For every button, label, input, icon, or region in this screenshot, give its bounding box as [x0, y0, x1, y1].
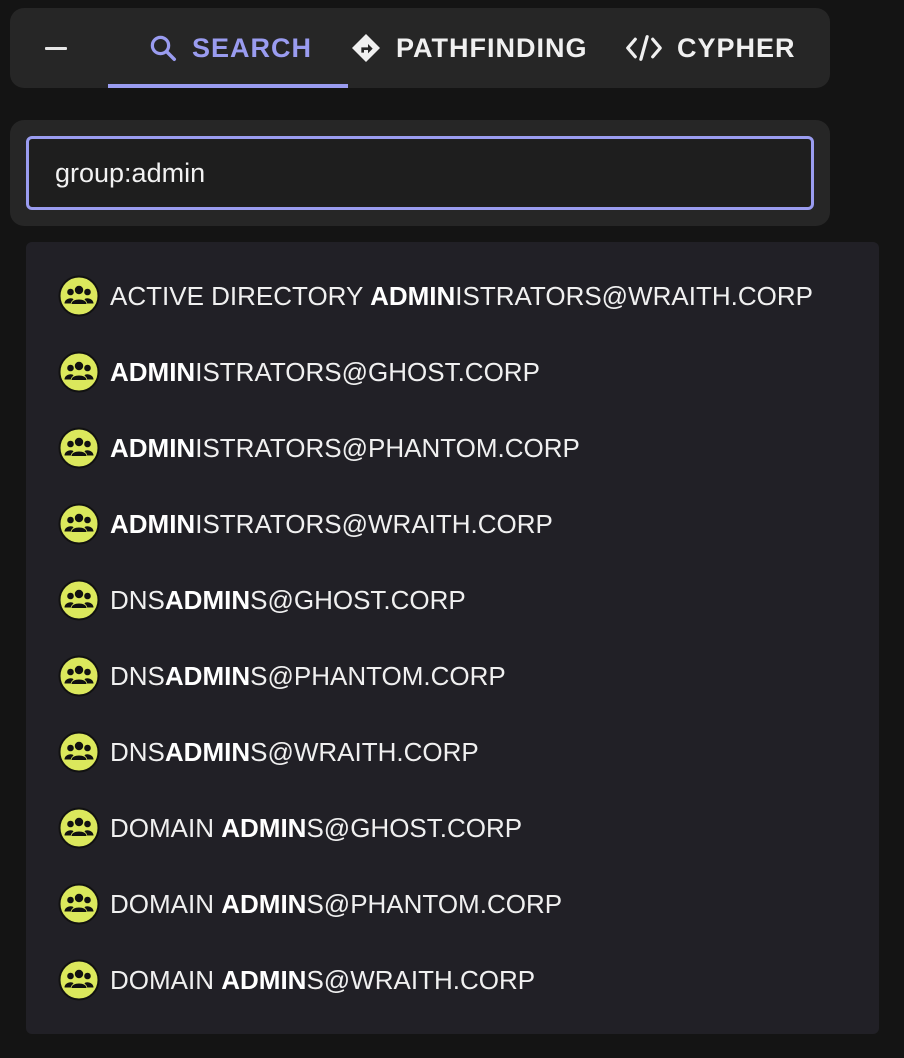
- result-label-match: ADMIN: [110, 356, 196, 387]
- search-result-item[interactable]: DOMAIN ADMINS@GHOST.CORP: [26, 790, 879, 866]
- search-icon: [150, 35, 176, 61]
- group-icon: [58, 655, 100, 697]
- search-result-item[interactable]: DOMAIN ADMINS@PHANTOM.CORP: [26, 866, 879, 942]
- result-label-suffix: S@PHANTOM.CORP: [250, 660, 506, 691]
- result-label-prefix: DNS: [110, 584, 165, 615]
- group-icon: [58, 427, 100, 469]
- result-label-prefix: ACTIVE DIRECTORY: [110, 280, 371, 311]
- result-label-suffix: S@GHOST.CORP: [250, 584, 466, 615]
- result-label-match: ADMIN: [164, 584, 251, 615]
- result-label-prefix: DNS: [110, 660, 165, 691]
- search-result-label: DOMAIN ADMINS@WRAITH.CORP: [110, 965, 535, 996]
- search-result-item[interactable]: ADMINISTRATORS@PHANTOM.CORP: [26, 410, 879, 486]
- search-result-label: DOMAIN ADMINS@GHOST.CORP: [110, 813, 522, 844]
- result-label-suffix: S@GHOST.CORP: [306, 812, 523, 843]
- search-input[interactable]: [26, 136, 814, 210]
- tab-bar: SEARCH PATHFINDING CYPHER: [10, 8, 830, 88]
- search-results-dropdown: ACTIVE DIRECTORY ADMINISTRATORS@WRAITH.C…: [26, 242, 879, 1034]
- search-result-item[interactable]: DNSADMINS@GHOST.CORP: [26, 562, 879, 638]
- result-label-match: ADMIN: [221, 888, 307, 919]
- tab-pathfinding-label: PATHFINDING: [396, 32, 588, 63]
- group-icon: [58, 959, 100, 1001]
- search-result-item[interactable]: ADMINISTRATORS@WRAITH.CORP: [26, 486, 879, 562]
- search-container: SEARCH PATHFINDING CYPHER ACTIVE DIRECTO…: [0, 0, 904, 1058]
- result-label-suffix: ISTRATORS@PHANTOM.CORP: [195, 432, 580, 463]
- result-label-prefix: DOMAIN: [110, 888, 222, 919]
- group-icon: [58, 351, 100, 393]
- result-label-suffix: S@PHANTOM.CORP: [306, 888, 563, 919]
- search-result-label: DNSADMINS@GHOST.CORP: [110, 585, 466, 616]
- search-result-item[interactable]: DNSADMINS@WRAITH.CORP: [26, 714, 879, 790]
- group-icon: [58, 275, 100, 317]
- result-label-prefix: DOMAIN: [110, 964, 222, 995]
- tab-search-label: SEARCH: [192, 32, 313, 63]
- result-label-match: ADMIN: [110, 432, 196, 463]
- code-icon: [626, 35, 662, 61]
- group-icon: [58, 883, 100, 925]
- search-result-label: ADMINISTRATORS@PHANTOM.CORP: [110, 433, 580, 464]
- tab-cypher[interactable]: CYPHER: [625, 8, 796, 88]
- group-icon: [58, 731, 100, 773]
- result-label-match: ADMIN: [370, 280, 456, 311]
- search-panel: [10, 120, 830, 226]
- minus-icon: [45, 46, 67, 50]
- group-icon: [58, 503, 100, 545]
- search-result-item[interactable]: ACTIVE DIRECTORY ADMINISTRATORS@WRAITH.C…: [26, 258, 879, 334]
- search-result-item[interactable]: ADMINISTRATORS@GHOST.CORP: [26, 334, 879, 410]
- result-label-match: ADMIN: [221, 964, 307, 995]
- result-label-match: ADMIN: [221, 812, 307, 843]
- result-label-prefix: DNS: [110, 736, 165, 767]
- search-result-label: ADMINISTRATORS@GHOST.CORP: [110, 357, 540, 388]
- search-result-label: ADMINISTRATORS@WRAITH.CORP: [110, 509, 553, 540]
- result-label-suffix: ISTRATORS@GHOST.CORP: [195, 356, 540, 387]
- search-result-label: ACTIVE DIRECTORY ADMINISTRATORS@WRAITH.C…: [110, 281, 813, 312]
- tab-search[interactable]: SEARCH: [108, 8, 348, 88]
- result-label-match: ADMIN: [164, 736, 251, 767]
- result-label-suffix: S@WRAITH.CORP: [250, 736, 479, 767]
- collapse-button[interactable]: [38, 30, 74, 66]
- search-result-item[interactable]: DOMAIN ADMINS@WRAITH.CORP: [26, 942, 879, 1018]
- result-label-suffix: ISTRATORS@WRAITH.CORP: [455, 280, 813, 311]
- result-label-suffix: ISTRATORS@WRAITH.CORP: [195, 508, 553, 539]
- group-icon: [58, 807, 100, 849]
- result-label-match: ADMIN: [110, 508, 196, 539]
- tab-pathfinding[interactable]: PATHFINDING: [350, 8, 587, 88]
- tab-cypher-label: CYPHER: [677, 32, 796, 63]
- search-result-item[interactable]: DNSADMINS@PHANTOM.CORP: [26, 638, 879, 714]
- directions-icon: [352, 34, 380, 62]
- search-result-label: DNSADMINS@PHANTOM.CORP: [110, 661, 506, 692]
- group-icon: [58, 579, 100, 621]
- result-label-prefix: DOMAIN: [110, 812, 222, 843]
- result-label-suffix: S@WRAITH.CORP: [306, 964, 536, 995]
- search-result-label: DOMAIN ADMINS@PHANTOM.CORP: [110, 889, 562, 920]
- active-tab-indicator: [108, 84, 348, 88]
- search-result-label: DNSADMINS@WRAITH.CORP: [110, 737, 479, 768]
- result-label-match: ADMIN: [164, 660, 251, 691]
